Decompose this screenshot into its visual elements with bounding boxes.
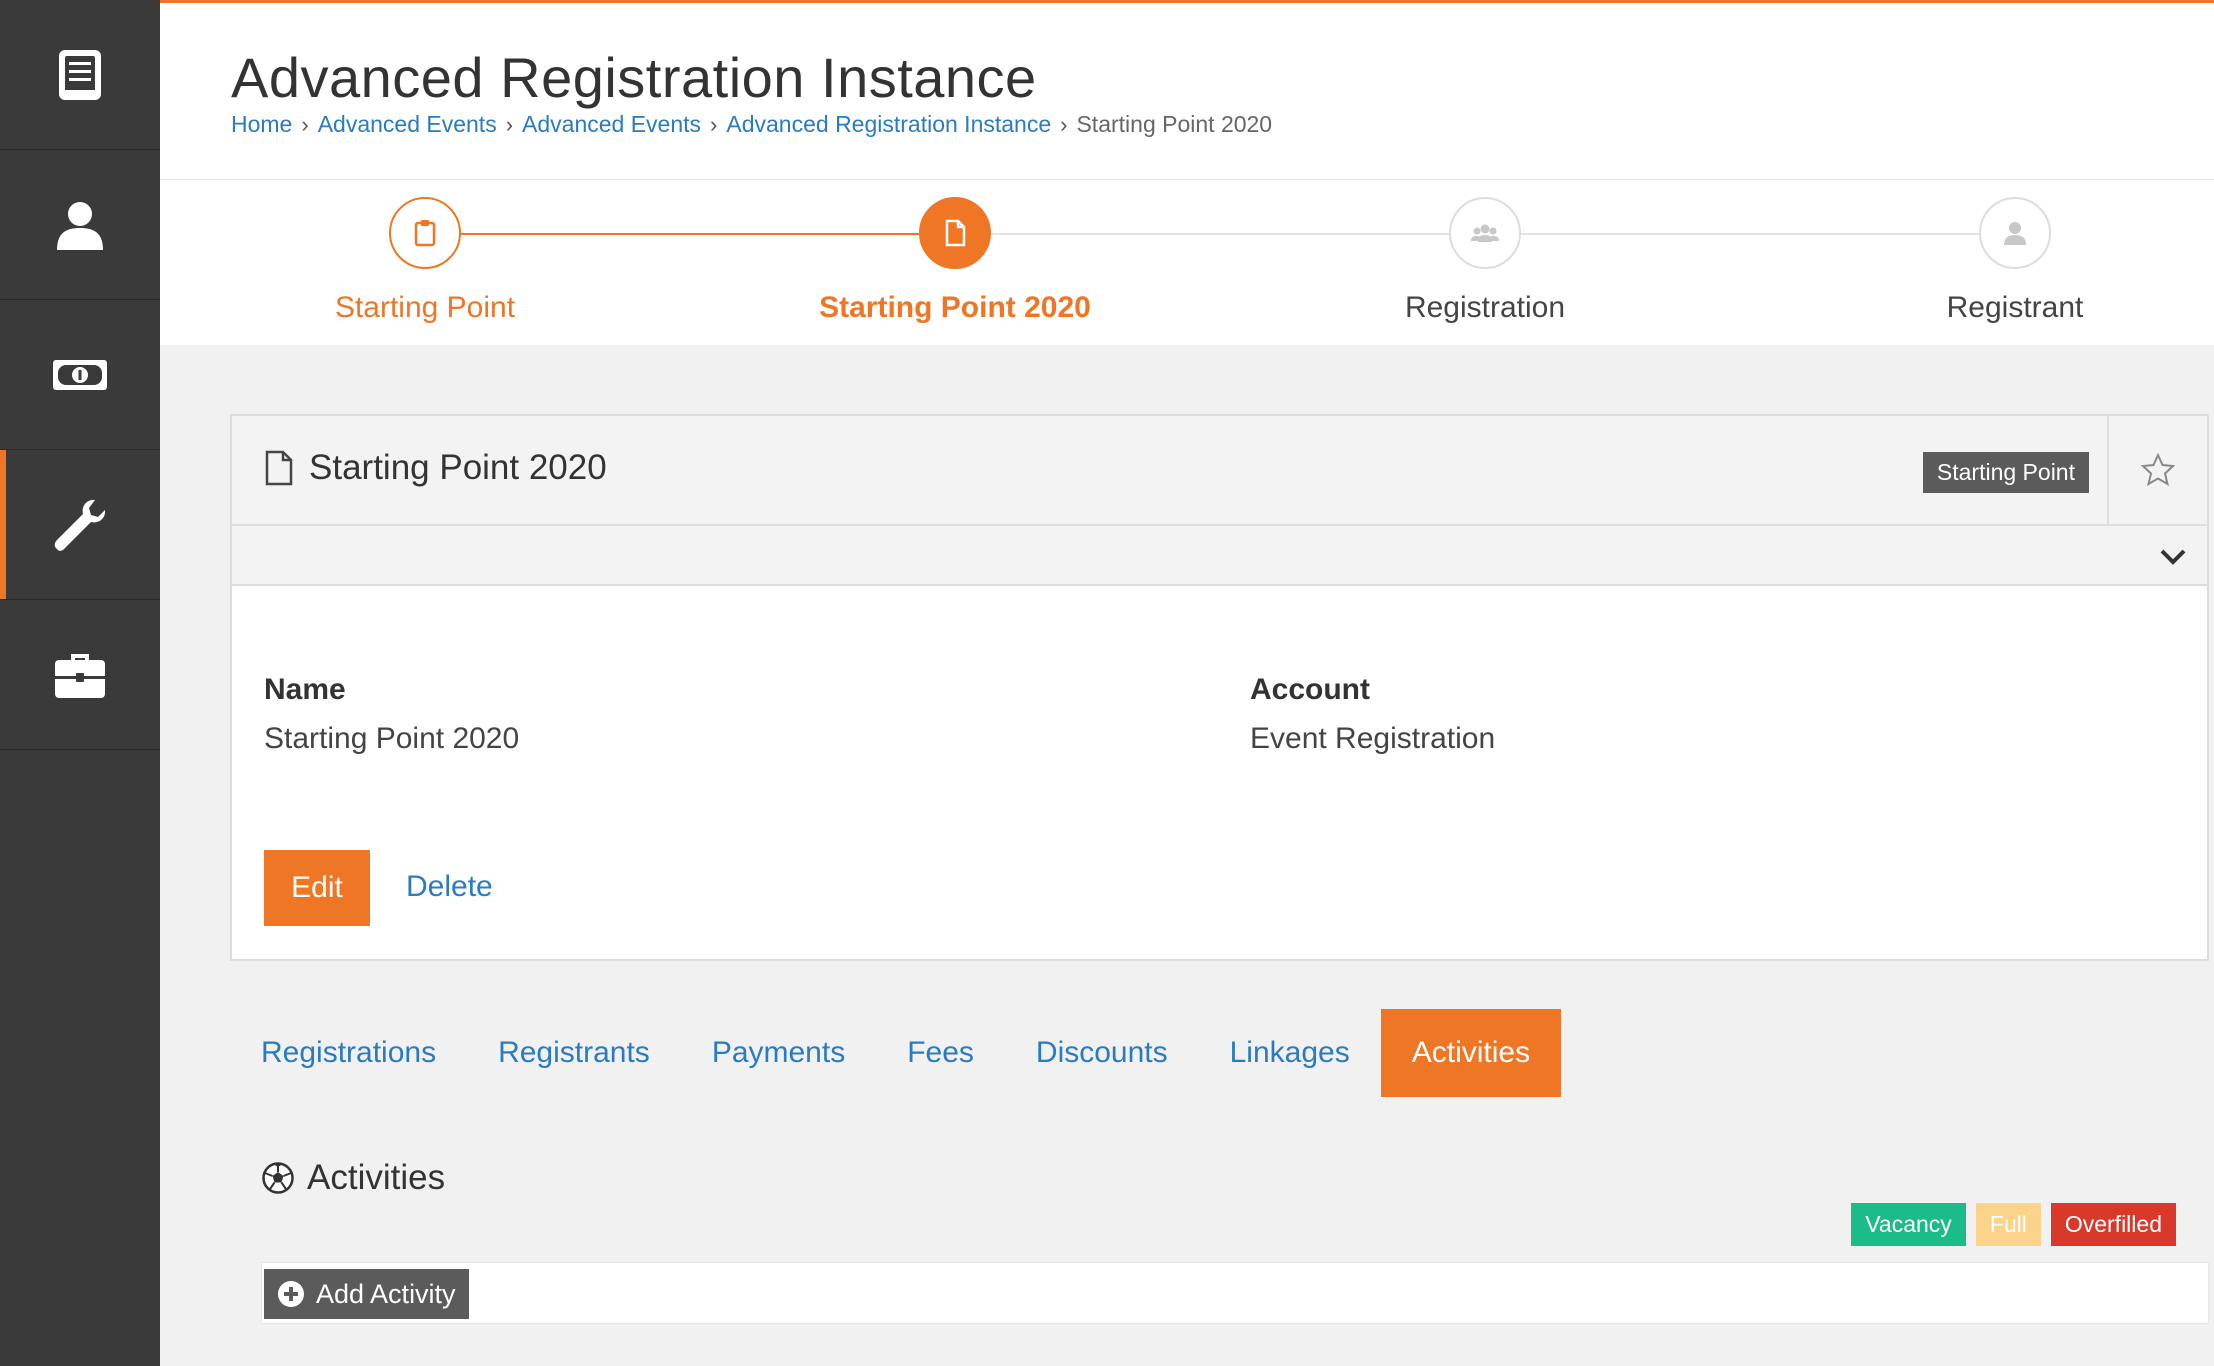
progress-stepper: Starting Point Starting Point 2020 Regis… [160, 180, 2214, 345]
tab-payments[interactable]: Payments [681, 1009, 876, 1097]
breadcrumb-current: Starting Point 2020 [1076, 111, 1273, 137]
briefcase-icon [55, 653, 105, 698]
status-legend: Vacancy Full Overfilled [1841, 1203, 2176, 1246]
tab-fees[interactable]: Fees [876, 1009, 1005, 1097]
step-label: Starting Point 2020 [819, 291, 1091, 324]
chevron-right-icon: › [1060, 111, 1068, 137]
file-icon [265, 450, 293, 486]
activities-heading: Activities [261, 1158, 445, 1198]
step-registrant[interactable]: Registrant [1825, 197, 2205, 325]
breadcrumb-registration-instance[interactable]: Advanced Registration Instance [726, 111, 1051, 138]
breadcrumb-advanced-events-2[interactable]: Advanced Events [522, 111, 701, 138]
tab-linkages[interactable]: Linkages [1199, 1009, 1381, 1097]
tab-discounts[interactable]: Discounts [1005, 1009, 1199, 1097]
soccer-ball-icon [262, 1162, 294, 1194]
clipboard-icon [414, 220, 436, 247]
users-icon [1471, 224, 1499, 242]
sidebar-item-admin[interactable] [0, 600, 160, 750]
account-label: Account [1250, 673, 1370, 706]
legend-full: Full [1975, 1203, 2041, 1246]
sidebar-item-tools[interactable] [0, 450, 160, 600]
sidebar-item-people[interactable] [0, 150, 160, 300]
sidebar-item-book[interactable] [0, 0, 160, 150]
money-icon [53, 359, 107, 390]
chevron-right-icon: › [505, 111, 514, 137]
sidebar-item-finance[interactable] [0, 300, 160, 450]
tab-activities[interactable]: Activities [1380, 1009, 1562, 1097]
step-label: Starting Point [334, 291, 516, 324]
tab-registrants[interactable]: Registrants [467, 1009, 681, 1097]
panel-title: Starting Point 2020 [309, 448, 607, 487]
follow-star-button[interactable] [2107, 416, 2207, 524]
user-icon [57, 201, 103, 250]
page-title: Advanced Registration Instance [231, 46, 1037, 109]
name-label: Name [264, 673, 346, 706]
user-icon [2004, 222, 2026, 245]
sidebar [0, 0, 160, 1366]
chevron-right-icon: › [710, 111, 718, 137]
breadcrumb-home[interactable]: Home [231, 111, 292, 138]
legend-vacancy: Vacancy [1851, 1203, 1966, 1246]
plus-circle-icon [278, 1281, 304, 1307]
delete-button[interactable]: Delete [406, 870, 493, 904]
panel-title-group: Starting Point 2020 [264, 448, 607, 488]
page-header: Advanced Registration Instance Home › Ad… [160, 0, 2214, 180]
instance-detail-panel: Starting Point 2020 Starting Point Name … [230, 414, 2209, 961]
account-value: Event Registration [1250, 722, 1496, 755]
breadcrumb: Home › Advanced Events › Advanced Events… [231, 111, 1272, 138]
step-registration[interactable]: Registration [1295, 197, 1675, 325]
edit-button[interactable]: Edit [264, 850, 370, 926]
chevron-down-icon[interactable] [2157, 540, 2189, 572]
activities-grid-actions: Add Activity [261, 1262, 2209, 1324]
star-icon [2140, 452, 2176, 487]
add-activity-label: Add Activity [316, 1278, 456, 1309]
panel-drawer [232, 526, 2207, 586]
name-value: Starting Point 2020 [264, 722, 520, 755]
type-badge: Starting Point [1922, 452, 2089, 493]
panel-header: Starting Point 2020 Starting Point [232, 416, 2207, 526]
chevron-right-icon: › [301, 111, 309, 137]
instance-tabs: Registrations Registrants Payments Fees … [230, 1009, 1562, 1097]
legend-overfilled: Overfilled [2050, 1203, 2176, 1246]
step-label: Registrant [1946, 291, 2084, 324]
activities-title: Activities [307, 1158, 446, 1197]
step-label: Registration [1404, 291, 1566, 324]
breadcrumb-advanced-events[interactable]: Advanced Events [318, 111, 497, 138]
step-starting-point[interactable]: Starting Point [235, 197, 615, 325]
add-activity-button[interactable]: Add Activity [264, 1269, 469, 1319]
step-starting-point-2020[interactable]: Starting Point 2020 [765, 197, 1145, 325]
tab-registrations[interactable]: Registrations [230, 1009, 467, 1097]
file-icon [945, 219, 966, 247]
book-icon [59, 49, 101, 100]
wrench-icon [54, 499, 106, 551]
